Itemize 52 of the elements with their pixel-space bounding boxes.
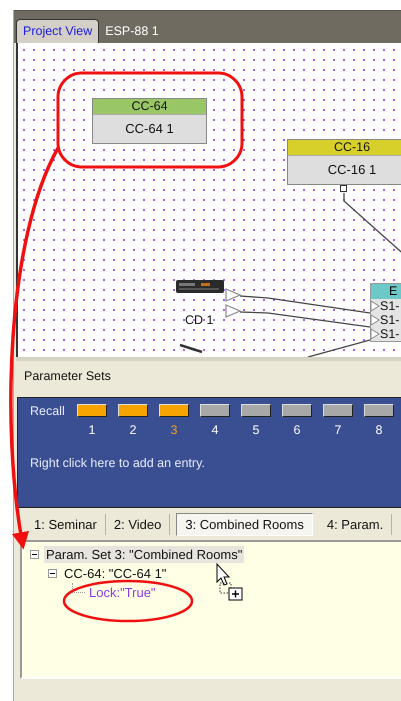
slot-number: 2 bbox=[130, 423, 136, 437]
device-name-label: CC-16 1 bbox=[326, 161, 378, 179]
set-tab[interactable]: 3: Combined Rooms bbox=[176, 512, 313, 536]
microphone-icon[interactable] bbox=[178, 343, 204, 353]
slot-number: 3 bbox=[170, 423, 178, 437]
slot-number: 7 bbox=[334, 423, 342, 437]
set-tab[interactable]: 1: Seminar bbox=[26, 514, 106, 534]
device-block[interactable]: E S1- S1- S1- bbox=[370, 283, 401, 342]
tree-item[interactable]: CC-64: "CC-64 1" bbox=[62, 565, 168, 582]
recall-button[interactable] bbox=[159, 404, 189, 417]
recall-button[interactable] bbox=[200, 404, 230, 417]
input-port-icon bbox=[370, 300, 380, 312]
drag-cursor-icon bbox=[216, 562, 242, 600]
slot-number: 6 bbox=[294, 423, 300, 437]
panel-title: Parameter Sets bbox=[24, 368, 111, 382]
cd-player-icon[interactable] bbox=[175, 278, 225, 294]
port-label: S1- bbox=[380, 299, 400, 313]
recall-button[interactable] bbox=[364, 404, 394, 417]
slot-number: 5 bbox=[252, 423, 260, 437]
recall-label: Recall bbox=[30, 404, 66, 418]
device-block[interactable]: CC-16 CC-16 1 bbox=[287, 139, 401, 185]
slot-number: 1 bbox=[88, 423, 96, 437]
tree-item[interactable]: Param. Set 3: "Combined Rooms" bbox=[44, 546, 244, 563]
recall-button[interactable] bbox=[118, 404, 148, 417]
recall-button[interactable] bbox=[323, 404, 353, 417]
device-block[interactable]: CC-64 CC-64 1 bbox=[92, 98, 207, 144]
output-port-icon bbox=[225, 304, 241, 318]
device-name-label: CC-64 1 bbox=[124, 120, 175, 138]
tree-item[interactable]: Lock:"True" bbox=[87, 584, 158, 601]
device-type-label: E bbox=[371, 284, 401, 299]
view-tab[interactable]: Project View bbox=[16, 19, 100, 43]
slot-number: 8 bbox=[376, 423, 382, 437]
collapse-icon[interactable] bbox=[30, 550, 39, 559]
port-label: S1- bbox=[380, 313, 400, 327]
input-port-icon bbox=[370, 328, 380, 340]
view-tab[interactable]: ESP-88 1 bbox=[99, 20, 165, 43]
port-icon bbox=[340, 185, 347, 192]
port-label: S1- bbox=[380, 327, 400, 341]
recall-button[interactable] bbox=[241, 404, 271, 417]
set-tab[interactable]: 4: Param. bbox=[318, 514, 392, 534]
slot-number: 4 bbox=[212, 423, 218, 437]
device-name-label: CD 1 bbox=[185, 313, 214, 327]
recall-button[interactable] bbox=[77, 404, 107, 417]
set-tab[interactable]: 2: Video bbox=[106, 514, 170, 534]
output-port-icon bbox=[225, 288, 241, 302]
recall-button[interactable] bbox=[282, 404, 312, 417]
recall-panel[interactable]: Recall 1 2 3 4 5 6 7 8 Right click here to add an entry. bbox=[17, 397, 401, 508]
hint-text: Right click here to add an entry. bbox=[30, 456, 206, 470]
device-type-label: CC-64 bbox=[93, 99, 206, 115]
input-port-icon bbox=[370, 314, 380, 326]
device-type-label: CC-16 bbox=[288, 140, 401, 156]
collapse-icon[interactable] bbox=[48, 569, 57, 578]
